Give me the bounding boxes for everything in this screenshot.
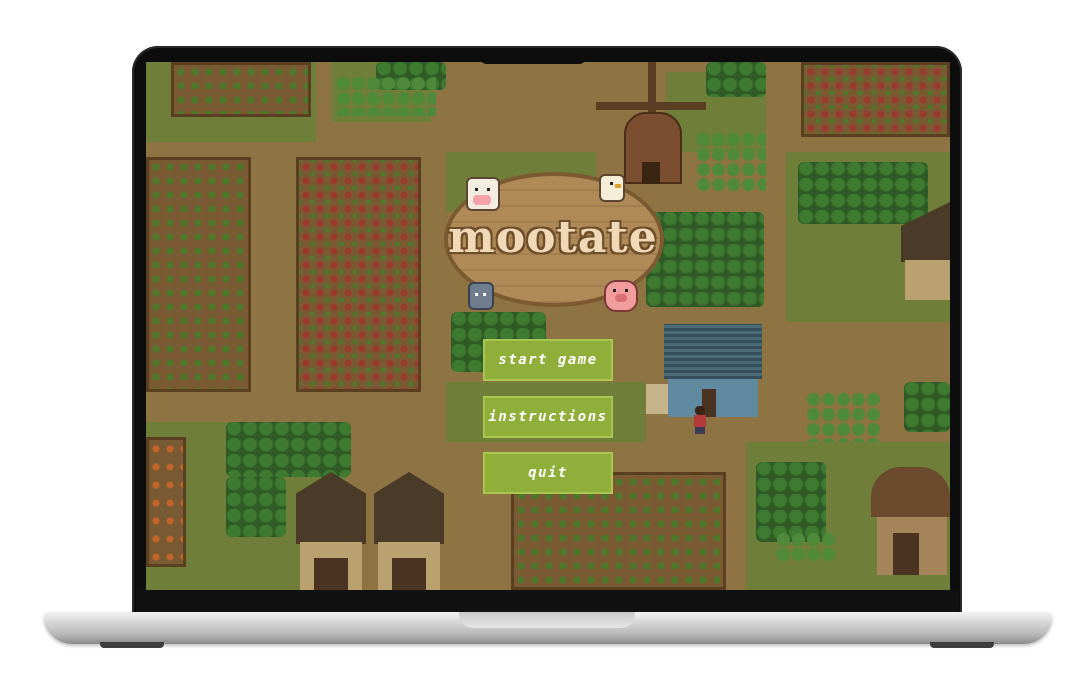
crop-field xyxy=(296,157,421,392)
pig-icon xyxy=(604,280,638,312)
chicken-icon xyxy=(599,174,625,202)
game-title: mootate xyxy=(448,212,658,263)
bush-row xyxy=(776,532,836,562)
laptop-foot xyxy=(100,642,164,648)
bush-row xyxy=(806,392,881,442)
laptop-bezel-bottom xyxy=(136,590,958,614)
cat-icon xyxy=(468,282,494,310)
crop-field xyxy=(801,62,950,137)
farmer-icon xyxy=(694,406,706,434)
shed xyxy=(871,467,950,577)
crop-field xyxy=(171,62,311,117)
crop-field xyxy=(146,157,251,392)
laptop-foot xyxy=(930,642,994,648)
bush-row xyxy=(336,76,436,116)
bush-row xyxy=(696,132,766,192)
start-game-label: start game xyxy=(498,352,598,368)
instructions-label: instructions xyxy=(488,409,608,425)
crop-field xyxy=(146,437,186,567)
game-screen: mootate start game instructions quit xyxy=(146,62,950,590)
tree-cluster xyxy=(706,62,766,97)
tree-cluster xyxy=(904,382,950,432)
camera-notch xyxy=(479,50,587,64)
laptop-opening-notch xyxy=(459,612,635,628)
instructions-button[interactable]: instructions xyxy=(483,396,613,438)
barn xyxy=(296,472,366,590)
cow-icon xyxy=(466,177,500,211)
tree-cluster xyxy=(226,477,286,537)
start-game-button[interactable]: start game xyxy=(483,339,613,381)
quit-button[interactable]: quit xyxy=(483,452,613,494)
barn xyxy=(374,472,444,590)
farmhouse xyxy=(646,324,766,419)
quit-label: quit xyxy=(528,465,568,481)
windmill-icon xyxy=(596,62,706,187)
tree-cluster xyxy=(756,462,826,542)
cottage xyxy=(901,202,950,302)
tree-cluster xyxy=(226,422,351,477)
